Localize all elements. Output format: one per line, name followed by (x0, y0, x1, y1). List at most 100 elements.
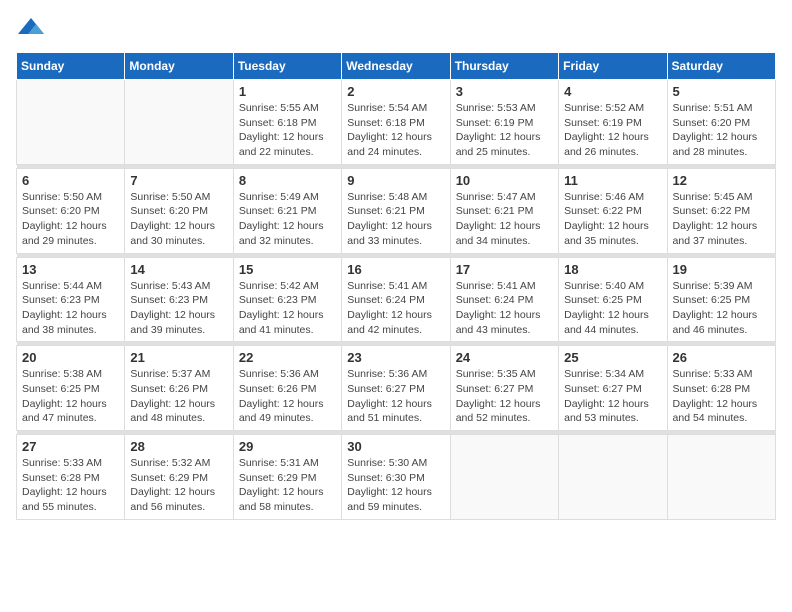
day-number: 12 (673, 173, 770, 188)
day-number: 4 (564, 84, 661, 99)
day-number: 21 (130, 350, 227, 365)
day-number: 19 (673, 262, 770, 277)
day-info: Sunrise: 5:53 AM Sunset: 6:19 PM Dayligh… (456, 101, 553, 160)
calendar-cell: 13 Sunrise: 5:44 AM Sunset: 6:23 PM Dayli… (17, 257, 125, 342)
calendar-cell: 11 Sunrise: 5:46 AM Sunset: 6:22 PM Dayli… (559, 168, 667, 253)
day-info: Sunrise: 5:36 AM Sunset: 6:27 PM Dayligh… (347, 367, 444, 426)
calendar: SundayMondayTuesdayWednesdayThursdayFrid… (16, 52, 776, 520)
day-info: Sunrise: 5:47 AM Sunset: 6:21 PM Dayligh… (456, 190, 553, 249)
logo (16, 16, 50, 40)
calendar-cell: 19 Sunrise: 5:39 AM Sunset: 6:25 PM Dayli… (667, 257, 775, 342)
day-info: Sunrise: 5:46 AM Sunset: 6:22 PM Dayligh… (564, 190, 661, 249)
calendar-cell: 10 Sunrise: 5:47 AM Sunset: 6:21 PM Dayli… (450, 168, 558, 253)
day-info: Sunrise: 5:33 AM Sunset: 6:28 PM Dayligh… (673, 367, 770, 426)
day-number: 8 (239, 173, 336, 188)
calendar-cell: 24 Sunrise: 5:35 AM Sunset: 6:27 PM Dayli… (450, 346, 558, 431)
day-number: 20 (22, 350, 119, 365)
day-number: 7 (130, 173, 227, 188)
calendar-cell: 28Sunrise: 5:32 AM Sunset: 6:29 PM Dayli… (125, 435, 233, 520)
day-number: 17 (456, 262, 553, 277)
day-number: 26 (673, 350, 770, 365)
day-number: 23 (347, 350, 444, 365)
day-number: 25 (564, 350, 661, 365)
day-info: Sunrise: 5:32 AM Sunset: 6:29 PM Dayligh… (130, 456, 227, 515)
day-info: Sunrise: 5:54 AM Sunset: 6:18 PM Dayligh… (347, 101, 444, 160)
day-info: Sunrise: 5:42 AM Sunset: 6:23 PM Dayligh… (239, 279, 336, 338)
calendar-cell: 8 Sunrise: 5:49 AM Sunset: 6:21 PM Daylig… (233, 168, 341, 253)
page-header (16, 16, 776, 40)
calendar-cell: 6 Sunrise: 5:50 AM Sunset: 6:20 PM Daylig… (17, 168, 125, 253)
day-header-wednesday: Wednesday (342, 53, 450, 80)
day-number: 16 (347, 262, 444, 277)
calendar-cell: 27 Sunrise: 5:33 AM Sunset: 6:28 PM Dayli… (17, 435, 125, 520)
calendar-cell (450, 435, 558, 520)
day-info: Sunrise: 5:38 AM Sunset: 6:25 PM Dayligh… (22, 367, 119, 426)
day-info: Sunrise: 5:33 AM Sunset: 6:28 PM Dayligh… (22, 456, 119, 515)
day-info: Sunrise: 5:48 AM Sunset: 6:21 PM Dayligh… (347, 190, 444, 249)
calendar-week-row: 1 Sunrise: 5:55 AM Sunset: 6:18 PM Daylig… (17, 80, 776, 165)
day-number: 5 (673, 84, 770, 99)
day-number: 1 (239, 84, 336, 99)
logo-icon (16, 16, 46, 40)
calendar-week-row: 6 Sunrise: 5:50 AM Sunset: 6:20 PM Daylig… (17, 168, 776, 253)
day-info: Sunrise: 5:36 AM Sunset: 6:26 PM Dayligh… (239, 367, 336, 426)
day-number: 15 (239, 262, 336, 277)
calendar-cell: 4 Sunrise: 5:52 AM Sunset: 6:19 PM Daylig… (559, 80, 667, 165)
calendar-cell: 5 Sunrise: 5:51 AM Sunset: 6:20 PM Daylig… (667, 80, 775, 165)
calendar-cell: 25 Sunrise: 5:34 AM Sunset: 6:27 PM Dayli… (559, 346, 667, 431)
calendar-cell: 26 Sunrise: 5:33 AM Sunset: 6:28 PM Dayli… (667, 346, 775, 431)
day-number: 22 (239, 350, 336, 365)
day-number: 6 (22, 173, 119, 188)
day-number: 10 (456, 173, 553, 188)
day-header-friday: Friday (559, 53, 667, 80)
calendar-cell (559, 435, 667, 520)
day-number: 13 (22, 262, 119, 277)
calendar-header-row: SundayMondayTuesdayWednesdayThursdayFrid… (17, 53, 776, 80)
calendar-cell: 16 Sunrise: 5:41 AM Sunset: 6:24 PM Dayli… (342, 257, 450, 342)
day-number: 27 (22, 439, 119, 454)
day-number: 14 (130, 262, 227, 277)
day-number: 18 (564, 262, 661, 277)
day-header-sunday: Sunday (17, 53, 125, 80)
calendar-cell: 7 Sunrise: 5:50 AM Sunset: 6:20 PM Daylig… (125, 168, 233, 253)
day-info: Sunrise: 5:34 AM Sunset: 6:27 PM Dayligh… (564, 367, 661, 426)
day-info: Sunrise: 5:44 AM Sunset: 6:23 PM Dayligh… (22, 279, 119, 338)
day-header-monday: Monday (125, 53, 233, 80)
day-info: Sunrise: 5:50 AM Sunset: 6:20 PM Dayligh… (22, 190, 119, 249)
day-info: Sunrise: 5:37 AM Sunset: 6:26 PM Dayligh… (130, 367, 227, 426)
day-info: Sunrise: 5:43 AM Sunset: 6:23 PM Dayligh… (130, 279, 227, 338)
calendar-cell: 30 Sunrise: 5:30 AM Sunset: 6:30 PM Dayli… (342, 435, 450, 520)
day-info: Sunrise: 5:41 AM Sunset: 6:24 PM Dayligh… (456, 279, 553, 338)
day-number: 29 (239, 439, 336, 454)
day-info: Sunrise: 5:49 AM Sunset: 6:21 PM Dayligh… (239, 190, 336, 249)
calendar-week-row: 27 Sunrise: 5:33 AM Sunset: 6:28 PM Dayli… (17, 435, 776, 520)
calendar-cell: 12 Sunrise: 5:45 AM Sunset: 6:22 PM Dayli… (667, 168, 775, 253)
day-info: Sunrise: 5:39 AM Sunset: 6:25 PM Dayligh… (673, 279, 770, 338)
calendar-cell: 23 Sunrise: 5:36 AM Sunset: 6:27 PM Dayli… (342, 346, 450, 431)
calendar-cell: 20 Sunrise: 5:38 AM Sunset: 6:25 PM Dayli… (17, 346, 125, 431)
calendar-cell: 9 Sunrise: 5:48 AM Sunset: 6:21 PM Daylig… (342, 168, 450, 253)
day-number: 24 (456, 350, 553, 365)
day-header-tuesday: Tuesday (233, 53, 341, 80)
day-number: 11 (564, 173, 661, 188)
day-header-saturday: Saturday (667, 53, 775, 80)
day-info: Sunrise: 5:50 AM Sunset: 6:20 PM Dayligh… (130, 190, 227, 249)
calendar-cell: 1 Sunrise: 5:55 AM Sunset: 6:18 PM Daylig… (233, 80, 341, 165)
day-info: Sunrise: 5:52 AM Sunset: 6:19 PM Dayligh… (564, 101, 661, 160)
calendar-cell (667, 435, 775, 520)
calendar-cell (17, 80, 125, 165)
calendar-week-row: 13 Sunrise: 5:44 AM Sunset: 6:23 PM Dayli… (17, 257, 776, 342)
day-number: 3 (456, 84, 553, 99)
day-info: Sunrise: 5:41 AM Sunset: 6:24 PM Dayligh… (347, 279, 444, 338)
day-number: 2 (347, 84, 444, 99)
day-info: Sunrise: 5:35 AM Sunset: 6:27 PM Dayligh… (456, 367, 553, 426)
day-info: Sunrise: 5:55 AM Sunset: 6:18 PM Dayligh… (239, 101, 336, 160)
day-info: Sunrise: 5:51 AM Sunset: 6:20 PM Dayligh… (673, 101, 770, 160)
calendar-cell: 2 Sunrise: 5:54 AM Sunset: 6:18 PM Daylig… (342, 80, 450, 165)
day-header-thursday: Thursday (450, 53, 558, 80)
calendar-cell (125, 80, 233, 165)
day-info: Sunrise: 5:45 AM Sunset: 6:22 PM Dayligh… (673, 190, 770, 249)
day-info: Sunrise: 5:30 AM Sunset: 6:30 PM Dayligh… (347, 456, 444, 515)
day-number: 9 (347, 173, 444, 188)
day-number: 30 (347, 439, 444, 454)
